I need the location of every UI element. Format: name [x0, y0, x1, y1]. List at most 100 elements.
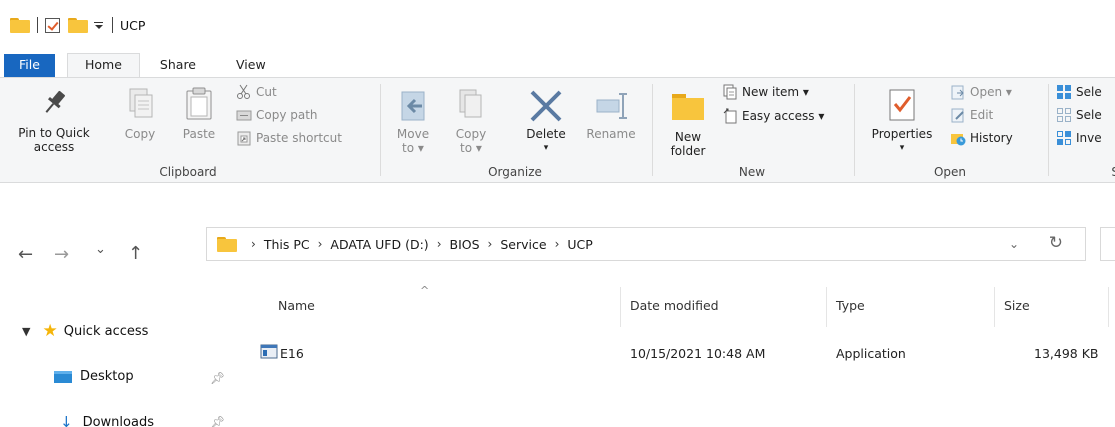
move-to-label-2: to ▾ — [402, 141, 424, 155]
breadcrumb-separator[interactable]: › — [555, 237, 560, 251]
breadcrumb-separator[interactable]: › — [437, 237, 442, 251]
invert-selection-button[interactable]: Inve — [1056, 128, 1102, 148]
clipboard-group: Pin to Quick access Copy Paste Cut Copy … — [0, 78, 376, 182]
delete-button[interactable]: Delete ▾ — [520, 86, 572, 155]
column-divider[interactable] — [1108, 287, 1109, 327]
column-header-date-modified[interactable]: Date modified — [630, 298, 719, 322]
divider — [37, 17, 38, 33]
tab-home[interactable]: Home — [67, 53, 140, 77]
edit-button[interactable]: Edit — [950, 105, 993, 125]
new-item-icon — [722, 84, 738, 100]
history-label: History — [970, 131, 1013, 145]
new-item-label: New item ▾ — [742, 85, 809, 99]
open-button[interactable]: Open ▾ — [950, 82, 1012, 102]
delete-dropdown-icon[interactable]: ▾ — [520, 141, 572, 155]
new-folder-qat-icon[interactable] — [68, 17, 88, 33]
paste-shortcut-icon — [236, 130, 252, 146]
pin-to-quick-access-button[interactable]: Pin to Quick access — [14, 86, 94, 154]
easy-access-button[interactable]: Easy access ▾ — [722, 106, 824, 126]
move-to-button[interactable]: Move to ▾ — [392, 86, 434, 155]
file-name: E16 — [280, 346, 304, 361]
breadcrumb-bios[interactable]: BIOS — [450, 237, 480, 252]
nav-item-downloads-label: Downloads — [82, 414, 154, 427]
file-type: Application — [836, 346, 906, 361]
breadcrumb-separator[interactable]: › — [318, 237, 323, 251]
properties-check-icon[interactable] — [45, 17, 60, 33]
delete-label: Delete — [526, 127, 566, 141]
forward-button[interactable]: → — [54, 244, 69, 265]
customize-qat-icon[interactable] — [94, 21, 103, 30]
search-input[interactable] — [1100, 227, 1115, 261]
delete-x-icon — [530, 90, 562, 122]
column-header-name[interactable]: Name — [278, 298, 315, 322]
nav-item-desktop[interactable]: Desktop — [54, 369, 134, 384]
recent-locations-button[interactable]: ⌄ — [95, 242, 106, 257]
select-all-icon — [1056, 84, 1072, 100]
rename-button[interactable]: Rename — [580, 86, 642, 141]
breadcrumb-adata[interactable]: ADATA UFD (D:) — [330, 237, 428, 252]
address-dropdown-icon[interactable]: ⌄ — [1009, 237, 1019, 251]
breadcrumb-this-pc[interactable]: This PC — [264, 237, 310, 252]
new-folder-icon — [672, 94, 704, 120]
column-divider[interactable] — [620, 287, 621, 327]
breadcrumb-service[interactable]: Service — [500, 237, 546, 252]
properties-label: Properties — [871, 127, 933, 141]
pin-icon[interactable]: 📌︎ — [210, 415, 225, 427]
new-folder-button[interactable]: New folder — [660, 86, 716, 158]
copy-to-button[interactable]: Copy to ▾ — [450, 86, 492, 155]
select-group-label: S — [1050, 165, 1115, 179]
column-divider[interactable] — [826, 287, 827, 327]
new-group-label: New — [738, 165, 766, 179]
column-header-type[interactable]: Type — [836, 298, 865, 322]
open-icon — [950, 84, 966, 100]
ribbon: Pin to Quick access Copy Paste Cut Copy … — [0, 77, 1115, 183]
up-button[interactable]: ↑ — [128, 243, 143, 264]
copy-path-button[interactable]: Copy path — [236, 105, 318, 125]
tab-file[interactable]: File — [4, 54, 55, 77]
star-icon: ★ — [42, 321, 58, 341]
group-divider — [1048, 84, 1049, 176]
tab-share[interactable]: Share — [160, 54, 196, 77]
nav-item-downloads[interactable]: ↓ Downloads — [60, 413, 154, 427]
file-size: 13,498 KB — [1034, 346, 1099, 361]
new-item-button[interactable]: New item ▾ — [722, 82, 809, 102]
paste-shortcut-button[interactable]: Paste shortcut — [236, 128, 342, 148]
history-button[interactable]: History — [950, 128, 1013, 148]
chevron-down-icon[interactable]: ▼ — [22, 325, 30, 338]
pin-icon[interactable]: 📌︎ — [210, 371, 225, 385]
quick-access-toolbar: UCP — [10, 14, 145, 36]
organize-group-label: Organize — [488, 165, 542, 179]
column-header-size[interactable]: Size — [1004, 298, 1030, 322]
download-arrow-icon: ↓ — [60, 413, 73, 427]
open-label: Open ▾ — [970, 85, 1012, 99]
address-bar[interactable]: › This PC › ADATA UFD (D:) › BIOS › Serv… — [206, 227, 1086, 261]
group-divider — [380, 84, 381, 176]
paste-button[interactable]: Paste — [176, 86, 222, 141]
back-button[interactable]: ← — [18, 244, 33, 265]
select-none-button[interactable]: Sele — [1056, 105, 1102, 125]
select-none-label: Sele — [1076, 108, 1102, 122]
breadcrumb: › This PC › ADATA UFD (D:) › BIOS › Serv… — [207, 228, 593, 260]
group-divider — [652, 84, 653, 176]
scissors-icon — [236, 84, 252, 100]
select-all-button[interactable]: Sele — [1056, 82, 1102, 102]
nav-quick-access[interactable]: ▼ ★ Quick access — [22, 323, 148, 340]
properties-button[interactable]: Properties ▾ — [864, 86, 940, 155]
refresh-icon[interactable]: ↻ — [1049, 233, 1063, 253]
breadcrumb-ucp[interactable]: UCP — [567, 237, 592, 252]
window-title: UCP — [120, 17, 146, 33]
new-group: New folder New item ▾ Easy access ▾ New — [654, 78, 850, 182]
open-group: Properties ▾ Open ▾ Edit History Open — [856, 78, 1044, 182]
copy-to-label-1: Copy — [455, 127, 487, 141]
pin-label-2: access — [33, 140, 75, 154]
select-group: Sele Sele Inve S — [1050, 78, 1115, 182]
group-divider — [854, 84, 855, 176]
new-folder-label-1: New — [674, 130, 702, 144]
copy-button[interactable]: Copy — [120, 86, 160, 141]
breadcrumb-separator[interactable]: › — [488, 237, 493, 251]
column-divider[interactable] — [994, 287, 995, 327]
tab-view[interactable]: View — [236, 54, 266, 77]
nav-item-desktop-label: Desktop — [80, 369, 134, 384]
cut-button[interactable]: Cut — [236, 82, 277, 102]
properties-dropdown-icon[interactable]: ▾ — [864, 141, 940, 155]
